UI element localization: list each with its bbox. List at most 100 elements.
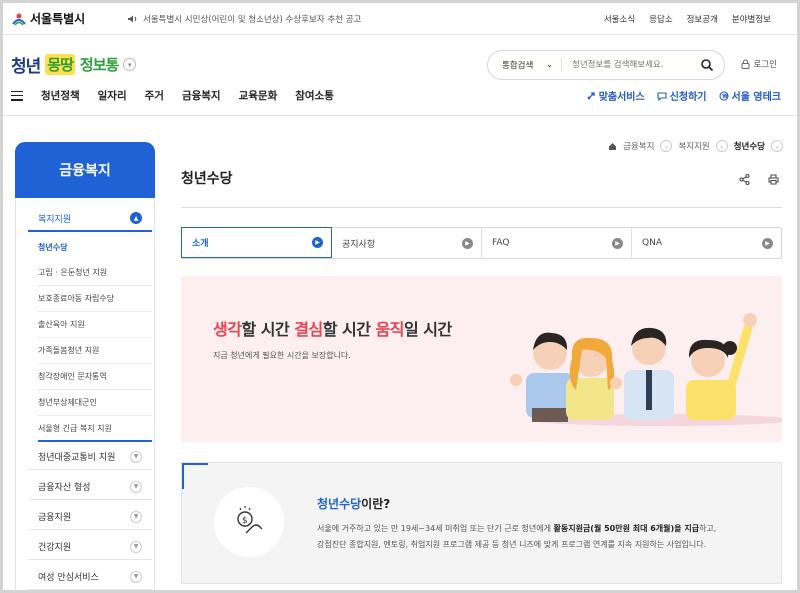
chevron-right-icon: ▶ xyxy=(312,237,323,248)
chevron-right-icon: ▶ xyxy=(462,237,473,249)
site-logo[interactable]: 청년 몽땅 정보통 ▾ xyxy=(11,52,137,77)
chevron-down-icon[interactable]: ⌄ xyxy=(771,140,783,152)
share-icon[interactable] xyxy=(739,174,750,185)
search-input[interactable] xyxy=(572,60,682,70)
home-icon[interactable] xyxy=(608,142,617,151)
side-nav-group-label: 금융지원 xyxy=(38,513,72,523)
young-tech-label: 서울 영테크 xyxy=(731,92,781,103)
hamburger-menu-icon[interactable] xyxy=(11,90,23,101)
side-nav-group-welfare[interactable]: 복지지원 ▲ xyxy=(28,206,152,232)
chevron-down-icon: ▼ xyxy=(130,510,142,523)
side-nav-group-assets[interactable]: 금융자산 형성 ▼ xyxy=(28,474,152,500)
side-nav-item-isolated-youth[interactable]: 고립 · 은둔청년 지원 xyxy=(38,260,152,286)
youth-group-illustration xyxy=(510,313,782,426)
side-nav-item-care-leaver[interactable]: 보호종료아동 자립수당 xyxy=(38,286,152,312)
custom-service-link[interactable]: 맞춤서비스 xyxy=(586,88,645,103)
nav-youth-policy[interactable]: 청년정책 xyxy=(41,88,80,103)
breadcrumb-item[interactable]: 복지지원 xyxy=(678,140,709,152)
search-icon[interactable] xyxy=(700,58,714,72)
notice-text: 서울특별시 시민상(어린이 및 청소년상) 수상후보자 추천 공고 xyxy=(143,15,362,25)
speaker-icon xyxy=(128,15,137,23)
side-nav-item-emergency-welfare[interactable]: 서울형 긴급 복지 지원 xyxy=(38,416,152,442)
title-divider xyxy=(181,207,782,208)
banner-title: 생각할 시간 결심할 시간 움직일 시간 xyxy=(213,320,452,339)
chevron-down-icon[interactable]: ⌄ xyxy=(715,140,728,152)
content-tabs: 소개 ▶ 공지사항 ▶ FAQ ▶ QNA ▶ xyxy=(181,227,782,259)
side-nav-group-label: 여성 안심서비스 xyxy=(38,573,99,583)
breadcrumb-item[interactable]: 금융복지 xyxy=(623,140,654,152)
info-description: 서울에 거주하고 있는 만 19세~34세 미취업 또는 단기 근로 청년에게 … xyxy=(317,524,717,549)
login-label: 로그인 xyxy=(753,60,777,70)
tab-notice[interactable]: 공지사항 ▶ xyxy=(332,228,482,258)
young-tech-link[interactable]: ₩ 서울 영테크 xyxy=(718,88,781,103)
utility-link-eungdapso[interactable]: 응답소 xyxy=(649,13,672,25)
side-nav-group-label: 복지지원 xyxy=(38,214,72,225)
search-scope-label: 통합검색 xyxy=(502,61,534,71)
search-box: 통합검색 ⌄ xyxy=(487,50,725,80)
breadcrumb: 금융복지 ⌄ 복지지원 ⌄ 청년수당 ⌄ xyxy=(608,140,783,152)
side-nav-group-transit[interactable]: 청년대중교통비 지원 ▼ xyxy=(28,444,152,470)
coin-icon: ₩ xyxy=(718,90,729,101)
seoul-logo-text: 서울특별시 xyxy=(30,12,86,26)
logo-text-part2: 몽땅 xyxy=(45,54,75,75)
seoul-city-logo[interactable]: 서울특별시 xyxy=(11,10,85,27)
custom-service-label: 맞춤서비스 xyxy=(598,92,645,103)
site-header: 청년 몽땅 정보통 ▾ 통합검색 ⌄ 로그인 청년정책 일자리 주거 금융복지 … xyxy=(3,36,797,116)
hero-banner: 생각할 시간 결심할 시간 움직일 시간 지금 청년에게 필요한 시간을 보장합… xyxy=(181,276,782,442)
info-card: $ 청년수당이란? 서울에 거주하고 있는 만 19세~34세 미취업 또는 단… xyxy=(181,462,782,584)
hand-coin-icon: $ xyxy=(237,506,263,534)
side-nav-group-label: 건강지원 xyxy=(38,543,72,553)
info-title: 청년수당이란? xyxy=(317,497,391,511)
quick-links: 맞춤서비스 신청하기 ₩ 서울 영테크 xyxy=(586,88,781,103)
side-nav-item-childbirth[interactable]: 출산육아 지원 xyxy=(38,312,152,338)
card-accent xyxy=(182,463,184,489)
nav-education-culture[interactable]: 교육문화 xyxy=(239,88,278,103)
side-nav-group-finance[interactable]: 금융지원 ▼ xyxy=(28,504,152,530)
chevron-down-icon[interactable]: ⌄ xyxy=(660,140,673,152)
side-nav-group-health[interactable]: 건강지원 ▼ xyxy=(28,534,152,560)
tab-label: 공지사항 xyxy=(342,239,376,250)
chevron-down-icon: ⌄ xyxy=(545,60,553,70)
chevron-down-icon: ▼ xyxy=(130,450,142,463)
tab-intro[interactable]: 소개 ▶ xyxy=(181,227,332,258)
main-nav: 청년정책 일자리 주거 금융복지 교육문화 참여소통 xyxy=(11,88,352,103)
utility-link-open-info[interactable]: 정보공개 xyxy=(687,13,718,25)
utility-link-news[interactable]: 서울소식 xyxy=(604,13,635,25)
print-icon[interactable] xyxy=(768,174,779,185)
tab-label: QNA xyxy=(642,238,662,248)
logo-text-part3: 정보통 xyxy=(79,56,119,74)
svg-text:₩: ₩ xyxy=(722,94,728,100)
nav-finance-welfare[interactable]: 금융복지 xyxy=(182,88,221,103)
side-nav-item-injured-veteran[interactable]: 청년부상제대군인 xyxy=(38,390,152,416)
login-button[interactable]: 로그인 xyxy=(741,58,777,70)
notice-ticker[interactable]: 서울특별시 시민상(어린이 및 청소년상) 수상후보자 추천 공고 xyxy=(128,13,361,25)
utility-bar: 서울특별시 서울특별시 시민상(어린이 및 청소년상) 수상후보자 추천 공고 … xyxy=(3,3,797,35)
utility-nav: 서울소식 응답소 정보공개 분야별정보 xyxy=(604,13,771,25)
side-nav-item-youth-allowance[interactable]: 청년수당 xyxy=(38,234,152,260)
side-nav-item-hearing-impaired[interactable]: 청각장애인 문자통역 xyxy=(38,364,152,390)
chevron-down-icon[interactable]: ▾ xyxy=(123,58,137,71)
side-nav-body: 복지지원 ▲ 청년수당 고립 · 은둔청년 지원 보호종료아동 자립수당 출산육… xyxy=(15,198,155,590)
logo-text-part1: 청년 xyxy=(11,57,41,77)
side-nav-title: 금융복지 xyxy=(15,142,155,198)
side-nav-group-label: 청년대중교통비 지원 xyxy=(38,453,116,463)
nav-housing[interactable]: 주거 xyxy=(145,88,164,103)
apply-link[interactable]: 신청하기 xyxy=(657,88,707,103)
breadcrumb-current[interactable]: 청년수당 xyxy=(734,140,765,152)
apply-label: 신청하기 xyxy=(669,92,707,103)
page-tools xyxy=(739,174,779,185)
side-nav-group-label: 금융자산 형성 xyxy=(38,483,91,493)
seoul-emblem-icon xyxy=(12,13,26,26)
chevron-right-icon: ▶ xyxy=(762,237,773,249)
side-nav-item-family-care[interactable]: 가족돌봄청년 지원 xyxy=(38,338,152,364)
chevron-down-icon: ▼ xyxy=(130,480,142,493)
utility-link-field-info[interactable]: 분야별정보 xyxy=(732,13,771,25)
tab-qna[interactable]: QNA ▶ xyxy=(632,228,781,258)
chevron-up-icon: ▲ xyxy=(130,212,142,224)
side-nav-group-women-safety[interactable]: 여성 안심서비스 ▼ xyxy=(28,564,152,590)
nav-participation[interactable]: 참여소통 xyxy=(295,88,334,103)
tab-faq[interactable]: FAQ ▶ xyxy=(482,228,632,258)
search-scope-select[interactable]: 통합검색 ⌄ xyxy=(488,58,562,72)
main-content: 금융복지 ⌄ 복지지원 ⌄ 청년수당 ⌄ 청년수당 소개 ▶ 공지사항 ▶ FA… xyxy=(181,116,783,590)
nav-jobs[interactable]: 일자리 xyxy=(98,88,127,103)
